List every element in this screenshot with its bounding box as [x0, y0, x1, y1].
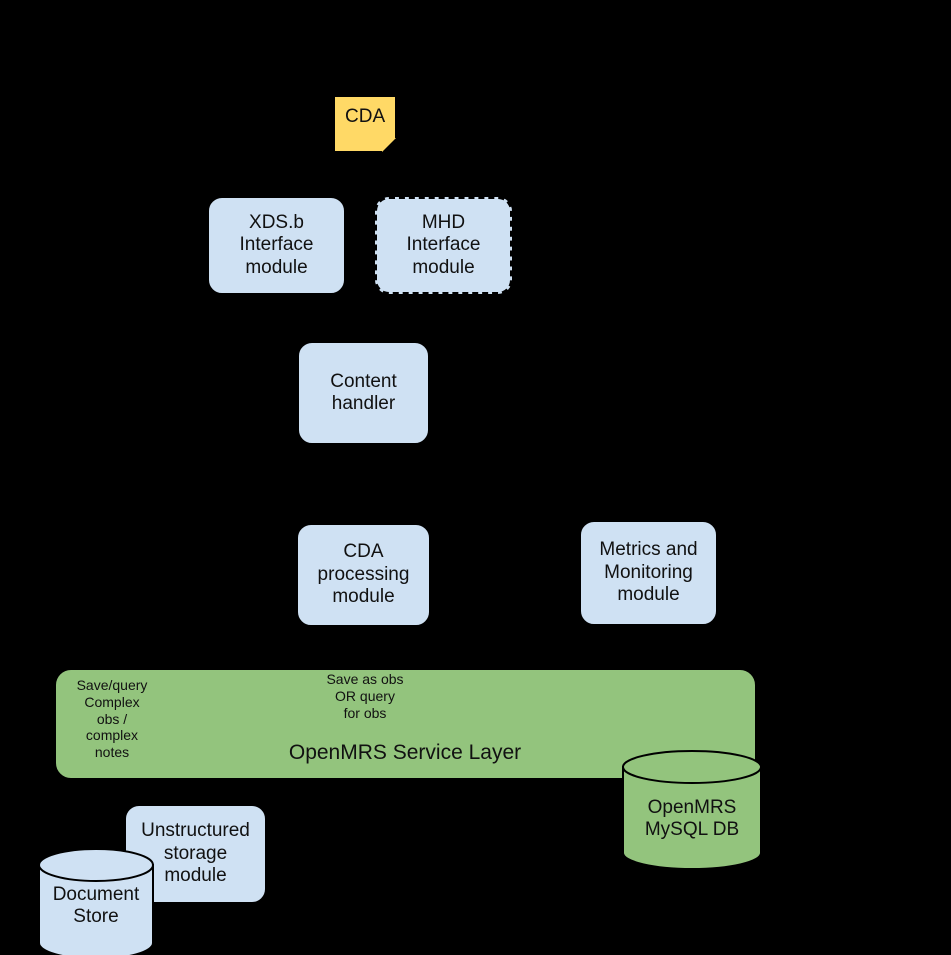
center-note-line3: for obs — [343, 704, 387, 721]
service-layer-center-note: Save as obs OR query for obs — [307, 671, 423, 721]
left-note-line1: Save/query — [76, 677, 148, 693]
cda-processing-line2: processing — [317, 563, 410, 585]
connector-content-handler-to-cda-processing — [363, 444, 365, 524]
center-note-line2: OR query — [335, 687, 395, 704]
openmrs-mysql-db-node[interactable]: OpenMRS MySQL DB — [622, 750, 762, 870]
left-note-line4: complex — [85, 727, 139, 744]
mhd-interface-module-node[interactable]: MHD Interface module — [375, 197, 512, 294]
mhd-interface-line1: MHD — [421, 211, 466, 233]
service-layer-title: OpenMRS Service Layer — [288, 741, 522, 764]
content-handler-node[interactable]: Content handler — [298, 342, 429, 444]
cda-processing-line1: CDA — [343, 541, 384, 563]
document-store-node[interactable]: Document Store — [38, 848, 154, 955]
metrics-monitoring-line1: Metrics and — [599, 539, 698, 561]
xdsb-interface-line3: module — [245, 256, 308, 278]
unstructured-storage-line3: module — [164, 865, 227, 887]
connector-mhd-to-content-handler — [443, 294, 445, 342]
xdsb-interface-module-node[interactable]: XDS.b Interface module — [208, 197, 345, 294]
cylinder-shape-mysql — [622, 750, 762, 870]
mhd-interface-line2: Interface — [406, 234, 481, 256]
left-note-line3: obs / — [96, 710, 128, 727]
connector-cda-to-xdsb — [364, 152, 366, 198]
center-note-line1: Save as obs — [326, 671, 404, 687]
metrics-monitoring-line3: module — [617, 584, 680, 606]
cda-processing-module-node[interactable]: CDA processing module — [297, 524, 430, 626]
xdsb-interface-line1: XDS.b — [249, 211, 304, 233]
unstructured-storage-line1: Unstructured — [141, 820, 250, 842]
cda-processing-line3: module — [332, 586, 395, 608]
cda-document-node[interactable]: CDA — [334, 96, 396, 152]
metrics-monitoring-module-node[interactable]: Metrics and Monitoring module — [580, 521, 717, 625]
content-handler-line1: Content — [330, 370, 397, 392]
cylinder-shape-document-store — [38, 848, 154, 955]
service-layer-left-note: Save/query Complex obs / complex notes — [62, 677, 162, 761]
unstructured-storage-line2: storage — [163, 842, 228, 864]
cda-document-label: CDA — [345, 106, 386, 127]
mhd-interface-line3: module — [412, 256, 475, 278]
connector-xdsb-to-content-handler — [276, 294, 278, 342]
diagram-canvas: CDA XDS.b Interface module MHD Interface… — [0, 0, 951, 955]
xdsb-interface-line2: Interface — [239, 234, 314, 256]
left-note-line5: notes — [94, 744, 130, 761]
content-handler-line2: handler — [331, 393, 396, 414]
metrics-monitoring-line2: Monitoring — [604, 561, 693, 583]
left-note-line2: Complex — [84, 693, 140, 710]
